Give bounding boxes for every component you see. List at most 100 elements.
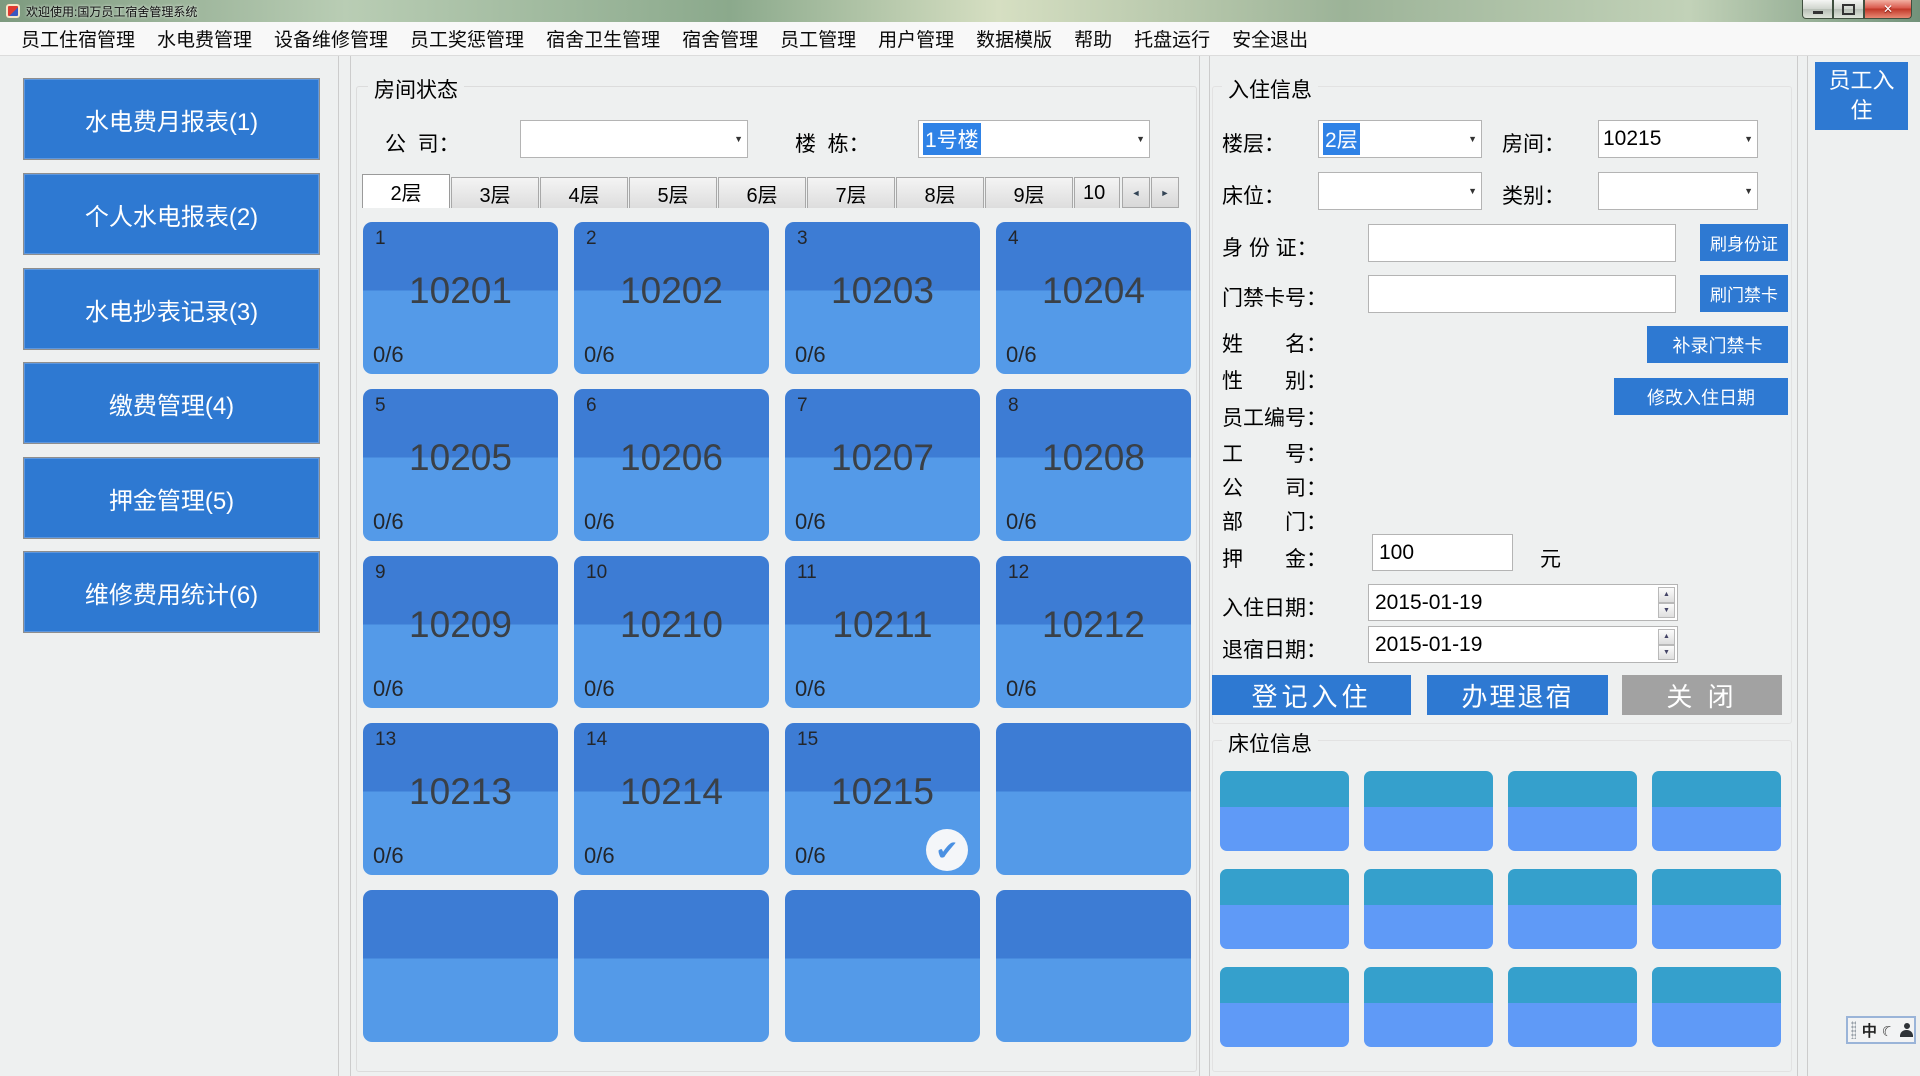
bed-cell[interactable] [1364,771,1493,851]
room-cell-empty[interactable] [574,890,769,1042]
supplement-door-card-button[interactable]: 补录门禁卡 [1647,326,1788,363]
bed-cell[interactable] [1220,771,1349,851]
floor-select[interactable]: 2层 ▼ [1318,120,1482,158]
room-cell[interactable]: 10102100/6 [574,556,769,708]
tab-floor-5[interactable]: 5层 [629,177,717,208]
tab-floor-6[interactable]: 6层 [718,177,806,208]
menu-item-user[interactable]: 用户管理 [867,25,965,52]
spin-down-button[interactable]: ▼ [1658,603,1675,619]
ime-mode-moon-icon[interactable]: ☽ [1879,1020,1897,1040]
room-cell[interactable]: 13102130/6 [363,723,558,875]
tab-floor-4[interactable]: 4层 [540,177,628,208]
menu-item-safe-exit[interactable]: 安全退出 [1221,25,1319,52]
close-panel-button[interactable]: 关 闭 [1622,675,1782,715]
tab-floor-7[interactable]: 7层 [807,177,895,208]
bed-cell[interactable] [1220,869,1349,949]
door-card-input[interactable] [1368,275,1676,313]
tab-floor-2[interactable]: 2层 [362,174,450,208]
tab-floor-3[interactable]: 3层 [451,177,539,208]
modify-checkin-date-button[interactable]: 修改入住日期 [1614,378,1788,415]
spin-up-button[interactable]: ▲ [1658,629,1675,645]
bed-cell[interactable] [1508,869,1637,949]
tab-scroll-right-button[interactable]: ► [1151,177,1179,208]
menu-item-reward-punish[interactable]: 员工奖惩管理 [399,25,535,52]
tab-scroll-left-button[interactable]: ◄ [1122,177,1150,208]
menu-item-help[interactable]: 帮助 [1063,25,1123,52]
drag-handle-icon[interactable] [1851,1021,1856,1039]
room-cell[interactable]: 5102050/6 [363,389,558,541]
bed-cell[interactable] [1508,771,1637,851]
room-cell[interactable]: 14102140/6 [574,723,769,875]
category-select[interactable]: ▼ [1598,172,1758,210]
room-number: 10209 [363,604,558,646]
room-cell[interactable]: 2102020/6 [574,222,769,374]
room-number: 10202 [574,270,769,312]
process-checkout-button[interactable]: 办理退宿 [1427,675,1608,715]
bed-select[interactable]: ▼ [1318,172,1482,210]
tab-floor-10[interactable]: 10 [1074,177,1120,208]
checkin-date-input[interactable]: 2015-01-19 ▲ ▼ [1368,584,1678,621]
maximize-button[interactable] [1833,0,1864,19]
spin-up-icon: ▲ [1663,591,1670,598]
tab-floor-9[interactable]: 9层 [985,177,1073,208]
menu-item-data-template[interactable]: 数据模版 [965,25,1063,52]
sidebar-button-payment-mgmt[interactable]: 缴费管理(4) [23,362,320,444]
building-select[interactable]: 1号楼 ▼ [918,120,1150,158]
scan-id-button[interactable]: 刷身份证 [1700,224,1788,261]
menu-item-equipment-repair[interactable]: 设备维修管理 [263,25,399,52]
menu-item-dorm-hygiene[interactable]: 宿舍卫生管理 [535,25,671,52]
sidebar-button-meter-reading-record[interactable]: 水电抄表记录(3) [23,268,320,350]
minimize-button[interactable] [1802,0,1833,19]
room-select[interactable]: 10215 ▼ [1598,120,1758,158]
room-number: 10207 [785,437,980,479]
scan-door-card-button[interactable]: 刷门禁卡 [1700,275,1788,312]
sidebar-button-personal-utility-report[interactable]: 个人水电报表(2) [23,173,320,255]
employee-checkin-button[interactable]: 员工入住 [1815,62,1908,130]
ime-language-bar[interactable]: 中 ☽ [1846,1016,1916,1044]
room-cell[interactable]: 8102080/6 [996,389,1191,541]
bed-cell[interactable] [1652,967,1781,1047]
deposit-label: 押 金： [1222,543,1327,573]
spin-up-button[interactable]: ▲ [1658,587,1675,603]
room-cell-empty[interactable] [785,890,980,1042]
bed-cell[interactable] [1652,869,1781,949]
register-checkin-button[interactable]: 登记入住 [1212,675,1411,715]
room-cell-selected[interactable]: 15102150/6✔ [785,723,980,875]
bed-cell[interactable] [1508,967,1637,1047]
deposit-input[interactable]: 100 [1372,534,1513,571]
chevron-down-icon: ▼ [1468,134,1477,144]
ime-user-icon[interactable] [1900,1023,1911,1037]
spin-down-button[interactable]: ▼ [1658,645,1675,661]
checkout-date-input[interactable]: 2015-01-19 ▲ ▼ [1368,626,1678,663]
sidebar-button-monthly-utility-report[interactable]: 水电费月报表(1) [23,78,320,160]
room-cell[interactable]: 3102030/6 [785,222,980,374]
room-cell[interactable]: 6102060/6 [574,389,769,541]
bed-cell[interactable] [1652,771,1781,851]
room-cell[interactable]: 4102040/6 [996,222,1191,374]
room-cell-empty[interactable] [996,890,1191,1042]
id-card-input[interactable] [1368,224,1676,262]
sidebar-button-deposit-mgmt[interactable]: 押金管理(5) [23,457,320,539]
bed-info-title: 床位信息 [1222,728,1318,758]
menu-item-employee[interactable]: 员工管理 [769,25,867,52]
tab-floor-8[interactable]: 8层 [896,177,984,208]
bed-cell[interactable] [1364,967,1493,1047]
room-cell-empty[interactable] [363,890,558,1042]
sidebar-button-repair-cost-stats[interactable]: 维修费用统计(6) [23,551,320,633]
room-cell[interactable]: 12102120/6 [996,556,1191,708]
ime-language-indicator[interactable]: 中 [1862,1020,1877,1041]
menu-item-tray-run[interactable]: 托盘运行 [1123,25,1221,52]
close-button[interactable]: ✕ [1864,0,1912,19]
room-cell[interactable]: 1102010/6 [363,222,558,374]
company-select[interactable]: ▼ [520,120,748,158]
menu-item-utility-fee[interactable]: 水电费管理 [146,25,263,52]
bed-cell[interactable] [1364,869,1493,949]
room-cell[interactable]: 7102070/6 [785,389,980,541]
menu-item-dorm[interactable]: 宿舍管理 [671,25,769,52]
room-occupancy: 0/6 [373,843,404,869]
room-cell-empty[interactable] [996,723,1191,875]
bed-cell[interactable] [1220,967,1349,1047]
menu-item-dorm-mgmt[interactable]: 员工住宿管理 [10,25,146,52]
room-cell[interactable]: 11102110/6 [785,556,980,708]
room-cell[interactable]: 9102090/6 [363,556,558,708]
